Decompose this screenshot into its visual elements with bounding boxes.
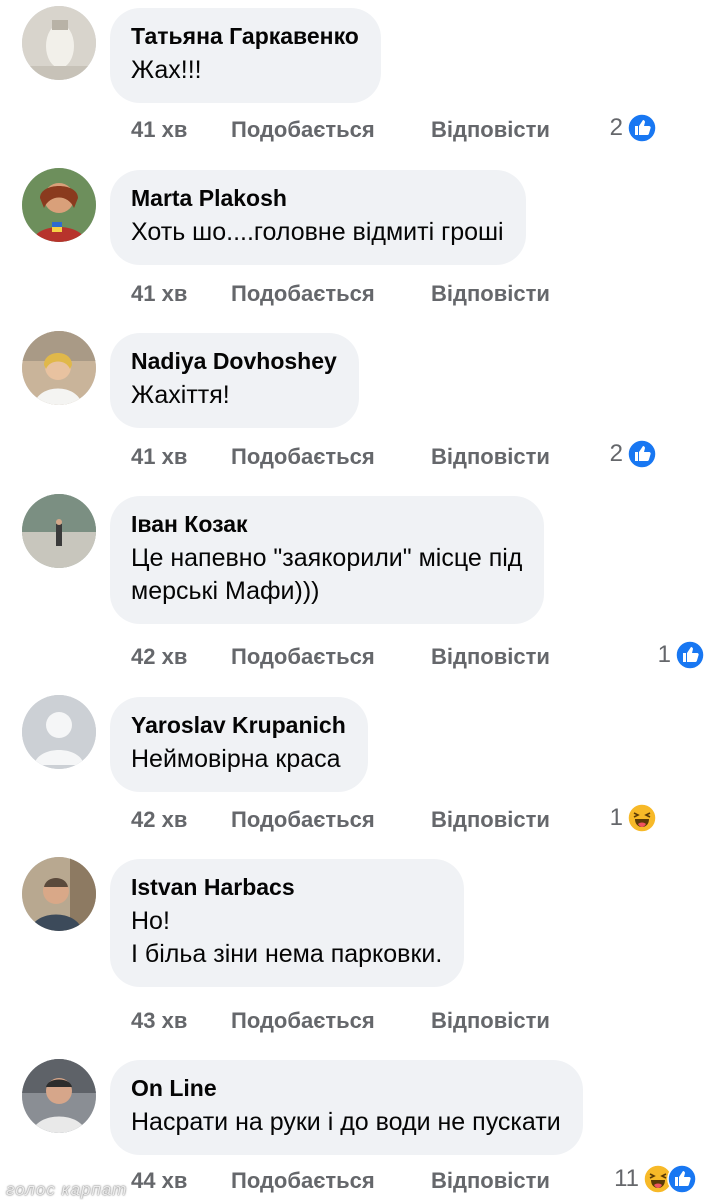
reaction-summary[interactable]: 11 <box>614 1164 697 1194</box>
comment-actions: 42 хв Подобається Відповісти <box>131 807 550 833</box>
like-button[interactable]: Подобається <box>231 644 431 670</box>
comment-text: Неймовірна краса <box>131 745 341 773</box>
haha-icon <box>627 803 657 833</box>
reaction-count: 1 <box>609 804 623 831</box>
reply-button[interactable]: Відповісти <box>431 1008 550 1034</box>
comment-bubble: Nadiya Dovhoshey Жахіття! <box>110 333 359 428</box>
comment-time[interactable]: 43 хв <box>131 1008 231 1034</box>
comment-actions: 44 хв Подобається Відповісти <box>131 1168 550 1194</box>
comment-text: Це напевно "заякорили" місце під мерські… <box>131 544 523 605</box>
like-icon <box>667 1164 697 1194</box>
comment-bubble: Yaroslav Krupanich Неймовірна краса <box>110 697 368 792</box>
comment-time[interactable]: 41 хв <box>131 117 231 143</box>
reply-button[interactable]: Відповісти <box>431 644 550 670</box>
comment-actions: 41 хв Подобається Відповісти <box>131 281 550 307</box>
like-icon <box>675 640 705 670</box>
reaction-count: 1 <box>657 641 671 668</box>
comment-actions: 42 хв Подобається Відповісти <box>131 644 550 670</box>
comment-text: Жахіття! <box>131 381 230 409</box>
reply-button[interactable]: Відповісти <box>431 117 550 143</box>
avatar[interactable] <box>22 494 96 568</box>
reaction-summary[interactable]: 2 <box>610 113 657 143</box>
comment-time[interactable]: 42 хв <box>131 807 231 833</box>
comment-author[interactable]: Yaroslav Krupanich <box>131 711 346 739</box>
avatar[interactable] <box>22 1059 96 1133</box>
comment-text: Насрати на руки і до води не пускати <box>131 1108 561 1136</box>
reply-button[interactable]: Відповісти <box>431 281 550 307</box>
comment-author[interactable]: Nadiya Dovhoshey <box>131 347 337 375</box>
reply-button[interactable]: Відповісти <box>431 444 550 470</box>
like-icon <box>627 439 657 469</box>
reply-button[interactable]: Відповісти <box>431 807 550 833</box>
avatar[interactable] <box>22 695 96 769</box>
comment-author[interactable]: Татьяна Гаркавенко <box>131 22 359 50</box>
comment-author[interactable]: Istvan Harbacs <box>131 873 442 901</box>
comment-text: Хоть шо....головне відмиті гроші <box>131 218 504 246</box>
comment-bubble: On Line Насрати на руки і до води не пус… <box>110 1060 583 1155</box>
comment-author[interactable]: Marta Plakosh <box>131 184 504 212</box>
reaction-count: 2 <box>609 114 623 141</box>
reply-button[interactable]: Відповісти <box>431 1168 550 1194</box>
like-button[interactable]: Подобається <box>231 444 431 470</box>
comment-time[interactable]: 42 хв <box>131 644 231 670</box>
like-button[interactable]: Подобається <box>231 117 431 143</box>
comment-time[interactable]: 44 хв <box>131 1168 231 1194</box>
comment-text: Но! І біль​а зіни нема парковки. <box>131 907 443 968</box>
avatar[interactable] <box>22 168 96 242</box>
comment-author[interactable]: Іван Козак <box>131 510 522 538</box>
comment-author[interactable]: On Line <box>131 1074 561 1102</box>
watermark: голос карпат <box>6 1180 128 1199</box>
avatar[interactable] <box>22 857 96 931</box>
like-icon <box>627 113 657 143</box>
avatar[interactable] <box>22 331 96 405</box>
comment-actions: 41 хв Подобається Відповісти <box>131 444 550 470</box>
reaction-summary[interactable]: 1 <box>610 803 657 833</box>
reaction-count: 11 <box>614 1165 639 1192</box>
comment-time[interactable]: 41 хв <box>131 281 231 307</box>
avatar[interactable] <box>22 6 96 80</box>
comment-bubble: Marta Plakosh Хоть шо....головне відмиті… <box>110 170 526 265</box>
comment-bubble: Іван Козак Це напевно "заякорили" місце … <box>110 496 545 624</box>
like-button[interactable]: Подобається <box>231 1168 431 1194</box>
reaction-count: 2 <box>609 440 623 467</box>
like-button[interactable]: Подобається <box>231 1008 431 1034</box>
comment-time[interactable]: 41 хв <box>131 444 231 470</box>
reaction-summary[interactable]: 2 <box>610 439 657 469</box>
comment-actions: 41 хв Подобається Відповісти <box>131 117 550 143</box>
like-button[interactable]: Подобається <box>231 807 431 833</box>
comment-actions: 43 хв Подобається Відповісти <box>131 1008 550 1034</box>
comment-bubble: Istvan Harbacs Но! І біль​а зіни нема па… <box>110 859 465 987</box>
comment-bubble: Татьяна Гаркавенко Жах!!! <box>110 8 381 103</box>
comment-text: Жах!!! <box>131 56 202 84</box>
like-button[interactable]: Подобається <box>231 281 431 307</box>
reaction-summary[interactable]: 1 <box>658 640 705 670</box>
